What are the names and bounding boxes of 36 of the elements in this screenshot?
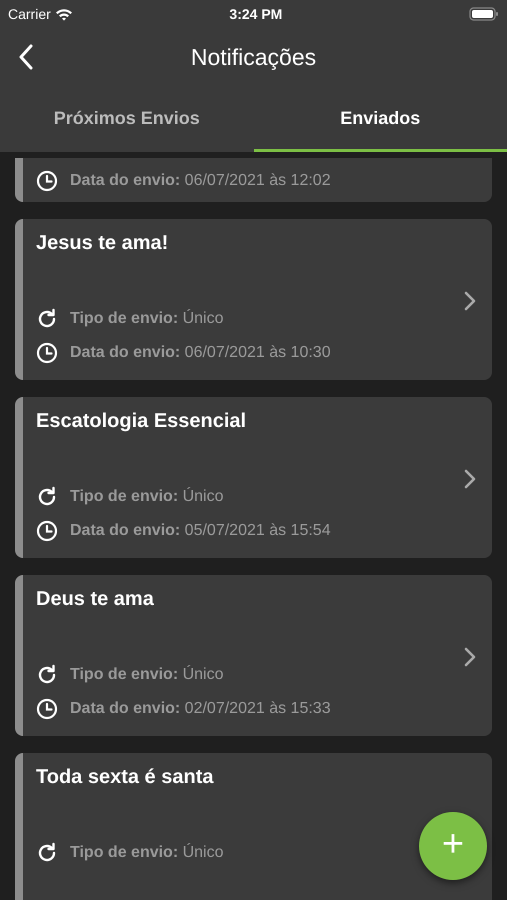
notification-title: Toda sexta é santa [36,765,215,789]
wifi-icon [54,8,73,20]
chevron-right-icon [464,290,476,311]
chevron-right-icon [464,646,476,667]
send-type-text: Tipo de envio: Único [70,486,224,507]
chevron-right-icon [464,468,476,489]
send-type-text: Tipo de envio: Único [70,308,224,329]
refresh-icon [36,842,58,864]
send-date-text: Data do envio: 02/07/2021 às 15:33 [70,699,331,719]
clock-icon [36,698,58,720]
notification-title: Jesus te ama! [36,231,170,255]
notification-title: Deus te ama [36,587,155,611]
screen-title: Notificações [190,44,316,72]
send-date-text: Data do envio: 06/07/2021 às 12:02 [70,171,331,191]
tab[interactable]: Próximos Envios [0,88,254,152]
notification-card[interactable]: Escatologia Essencial Tipo de envio: Único Data do envio: 05/07/2021 às 15:54 [15,397,492,558]
notification-card[interactable]: Data do envio: 06/07/2021 às 12:02 [15,158,492,202]
notification-card[interactable]: Deus te ama Tipo de envio: Único Data do envio: 02/07/2021 às 15:33 [15,575,492,736]
clock-icon [36,520,58,542]
clock-icon [36,170,58,192]
back-icon [18,44,34,70]
tab[interactable]: Enviados [254,88,507,152]
send-type-text: Tipo de envio: Único [70,842,224,863]
clock-icon [36,342,58,364]
battery-icon [468,7,499,21]
carrier-label: Carrier [8,4,51,24]
status-time: 3:24 PM [229,4,282,24]
notification-title: Escatologia Essencial [36,409,248,433]
send-type-text: Tipo de envio: Único [70,664,224,685]
notification-card[interactable]: Jesus te ama! Tipo de envio: Único Data do envio: 06/07/2021 às 10:30 [15,219,492,380]
refresh-icon [36,664,58,686]
refresh-icon [36,308,58,330]
send-date-text: Data do envio: 05/07/2021 às 15:54 [70,521,331,541]
back-button[interactable] [18,44,34,70]
send-date-text: Data do envio: 06/07/2021 às 10:30 [70,343,331,363]
refresh-icon [36,486,58,508]
